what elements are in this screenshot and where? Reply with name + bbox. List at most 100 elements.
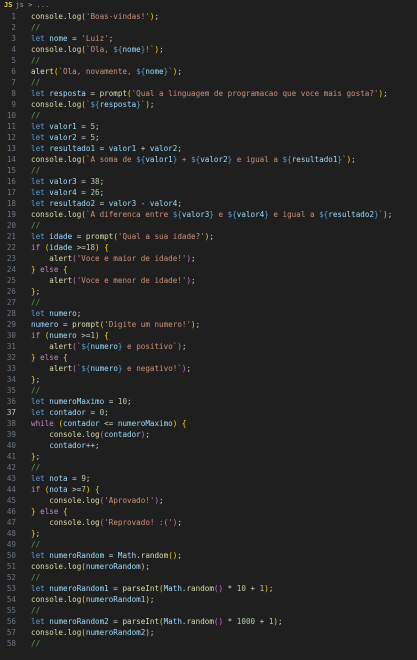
line-code[interactable]: // <box>31 540 40 549</box>
line-code[interactable]: // <box>31 78 40 87</box>
code-line[interactable]: 12 let valor2 = 5; <box>0 132 417 143</box>
line-code[interactable]: contador++; <box>31 441 99 450</box>
code-line[interactable]: 40 contador++; <box>0 440 417 451</box>
line-code[interactable]: let resposta = prompt('Qual a linguagem … <box>31 89 388 98</box>
code-line[interactable]: 29 numero = prompt('Digite um numero!'); <box>0 319 417 330</box>
code-line[interactable]: 18 let resultado2 = valor3 - valor4; <box>0 198 417 209</box>
line-code[interactable]: let numeroRandom = Math.random(); <box>31 551 182 560</box>
line-code[interactable]: alert('Voce e maior de idade!'); <box>31 254 195 263</box>
line-code[interactable]: console.log(contador); <box>31 430 150 439</box>
line-code[interactable]: if (nota >=7) { <box>31 485 100 494</box>
line-code[interactable]: console.log(numeroRandom1); <box>31 595 154 604</box>
code-line[interactable]: 37 let contador = 0; <box>0 407 417 418</box>
line-code[interactable]: let resultado1 = valor1 + valor2; <box>31 144 182 153</box>
line-code[interactable]: if (idade >=18) { <box>31 243 109 252</box>
line-code[interactable]: alert(`${numero} e negativo!`); <box>31 364 191 373</box>
line-code[interactable]: // <box>31 606 40 615</box>
line-code[interactable]: alert(`Ola, novamente, ${nome}`); <box>31 67 182 76</box>
line-code[interactable]: // <box>31 298 40 307</box>
breadcrumb-symbol-path[interactable]: ... <box>37 1 50 9</box>
code-line[interactable]: 44 if (nota >=7) { <box>0 484 417 495</box>
code-line[interactable]: 2 // <box>0 22 417 33</box>
code-line[interactable]: 46} else { <box>0 506 417 517</box>
line-code[interactable]: console.log('Reprovado! :('); <box>31 518 182 527</box>
line-code[interactable]: console.log(`Ola, ${nome}!`); <box>31 45 164 54</box>
code-line[interactable]: 6 alert(`Ola, novamente, ${nome}`); <box>0 66 417 77</box>
line-code[interactable]: console.log(numeroRandom); <box>31 562 150 571</box>
code-line[interactable]: 51 console.log(numeroRandom); <box>0 561 417 572</box>
line-code[interactable]: }; <box>31 375 40 384</box>
code-line[interactable]: 35 // <box>0 385 417 396</box>
line-code[interactable]: // <box>31 23 40 32</box>
line-code[interactable]: // <box>31 166 40 175</box>
code-line[interactable]: 56 let numeroRandom2 = parseInt(Math.rand… <box>0 616 417 627</box>
code-line[interactable]: 23 alert('Voce e maior de idade!'); <box>0 253 417 264</box>
code-line[interactable]: 55 // <box>0 605 417 616</box>
line-code[interactable]: }; <box>31 287 40 296</box>
code-line[interactable]: 5 // <box>0 55 417 66</box>
code-line[interactable]: 38 while (contador <= numeroMaximo) { <box>0 418 417 429</box>
line-code[interactable]: console.log(`A diferenca entre ${valor3}… <box>31 210 392 219</box>
line-code[interactable]: } else { <box>31 507 68 516</box>
code-line[interactable]: 19 console.log(`A diferenca entre ${valor… <box>0 209 417 220</box>
line-code[interactable]: let valor3 = 38; <box>31 177 104 186</box>
line-code[interactable]: let valor4 = 26; <box>31 188 104 197</box>
breadcrumb-file-name[interactable]: js <box>15 1 23 9</box>
line-code[interactable]: // <box>31 111 40 120</box>
code-line[interactable]: 9 console.log(`${resposta}`); <box>0 99 417 110</box>
code-line[interactable]: 47 console.log('Reprovado! :('); <box>0 517 417 528</box>
line-code[interactable]: // <box>31 573 40 582</box>
line-code[interactable]: } else { <box>31 353 68 362</box>
line-code[interactable]: let valor1 = 5; <box>31 122 100 131</box>
code-line[interactable]: 14 console.log(`A soma de ${valor1} + ${v… <box>0 154 417 165</box>
line-code[interactable]: } else { <box>31 265 68 274</box>
code-line[interactable]: 27 // <box>0 297 417 308</box>
line-code[interactable]: numero = prompt('Digite um numero!'); <box>31 320 200 329</box>
code-line[interactable]: 3 let nome = 'Luiz'; <box>0 33 417 44</box>
line-code[interactable]: console.log('Boas-vindas!'); <box>31 12 159 21</box>
code-line[interactable]: 53 let numeroRandom1 = parseInt(Math.rand… <box>0 583 417 594</box>
code-line[interactable]: 11 let valor1 = 5; <box>0 121 417 132</box>
line-code[interactable]: console.log(`A soma de ${valor1} + ${val… <box>31 155 356 164</box>
line-code[interactable]: let idade = prompt('Qual a sua idade?'); <box>31 232 214 241</box>
code-line[interactable]: 39 console.log(contador); <box>0 429 417 440</box>
code-line[interactable]: 49 // <box>0 539 417 550</box>
code-line[interactable]: 25 alert('Voce e menor de idade!'); <box>0 275 417 286</box>
line-code[interactable]: let numeroRandom1 = parseInt(Math.random… <box>31 584 273 593</box>
code-line[interactable]: 45 console.log('Aprovado!'); <box>0 495 417 506</box>
code-line[interactable]: 32} else { <box>0 352 417 363</box>
code-line[interactable]: 28 let numero; <box>0 308 417 319</box>
line-code[interactable]: let nome = 'Luiz'; <box>31 34 113 43</box>
line-code[interactable]: alert(`${numero} e positivo`); <box>31 342 186 351</box>
line-code[interactable]: if (numero >=1) { <box>31 331 109 340</box>
code-line[interactable]: 42 // <box>0 462 417 473</box>
code-line[interactable]: 50 let numeroRandom = Math.random(); <box>0 550 417 561</box>
code-line[interactable]: 22 if (idade >=18) { <box>0 242 417 253</box>
line-code[interactable]: // <box>31 639 40 648</box>
line-code[interactable]: // <box>31 386 40 395</box>
line-code[interactable]: let resultado2 = valor3 - valor4; <box>31 199 182 208</box>
line-code[interactable]: let valor2 = 5; <box>31 133 100 142</box>
code-line[interactable]: 10 // <box>0 110 417 121</box>
code-line[interactable]: 20 // <box>0 220 417 231</box>
code-line[interactable]: 17 let valor4 = 26; <box>0 187 417 198</box>
line-code[interactable]: // <box>31 56 40 65</box>
code-line[interactable]: 7 // <box>0 77 417 88</box>
line-code[interactable]: let numeroMaximo = 10; <box>31 397 132 406</box>
line-code[interactable]: let contador = 0; <box>31 408 109 417</box>
line-code[interactable]: console.log('Aprovado!'); <box>31 496 163 505</box>
code-line[interactable]: 15 // <box>0 165 417 176</box>
code-line[interactable]: 1 console.log('Boas-vindas!'); <box>0 11 417 22</box>
line-code[interactable]: console.log(`${resposta}`); <box>31 100 155 109</box>
code-line[interactable]: 4 console.log(`Ola, ${nome}!`); <box>0 44 417 55</box>
line-code[interactable]: let numeroRandom2 = parseInt(Math.random… <box>31 617 283 626</box>
code-line[interactable]: 48}; <box>0 528 417 539</box>
code-editor[interactable]: 1 console.log('Boas-vindas!'); 2 // 3 let nom… <box>0 11 417 649</box>
line-code[interactable]: let numero; <box>31 309 81 318</box>
code-line[interactable]: 36 let numeroMaximo = 10; <box>0 396 417 407</box>
line-code[interactable]: console.log(numeroRandom2); <box>31 628 154 637</box>
code-line[interactable]: 43 let nota = 9; <box>0 473 417 484</box>
code-line[interactable]: 58 // <box>0 638 417 649</box>
code-line[interactable]: 57 console.log(numeroRandom2); <box>0 627 417 638</box>
code-line[interactable]: 21 let idade = prompt('Qual a sua idade?'… <box>0 231 417 242</box>
